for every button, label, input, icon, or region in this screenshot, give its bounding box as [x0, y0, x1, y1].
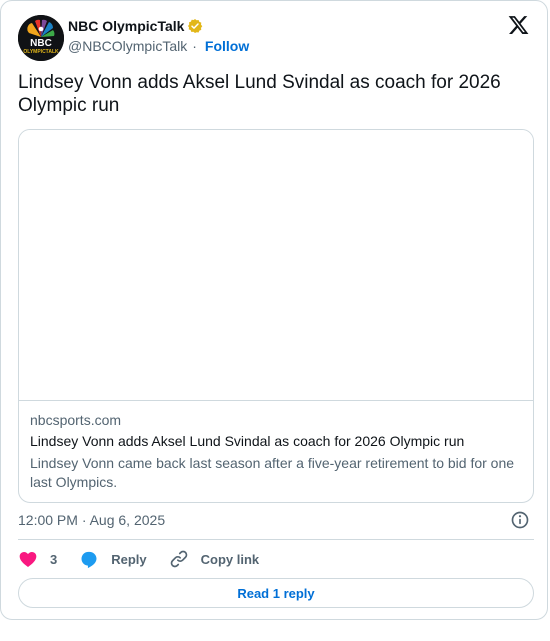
info-icon[interactable]: [510, 510, 530, 530]
link-preview-card[interactable]: nbcsports.com Lindsey Vonn adds Aksel Lu…: [18, 129, 534, 503]
reply-label: Reply: [111, 551, 147, 567]
avatar-logo-text: NBC: [30, 38, 52, 49]
handle-row: @NBCOlympicTalk · Follow: [68, 38, 249, 54]
tweet-text: Lindsey Vonn adds Aksel Lund Svindal as …: [18, 72, 501, 116]
reply-bubble-icon: [81, 551, 97, 569]
link-icon: [170, 550, 187, 568]
like-count: 3: [50, 551, 58, 567]
reply-button[interactable]: Reply: [79, 549, 168, 569]
link-description: Lindsey Vonn came back last season after…: [30, 455, 515, 490]
like-button[interactable]: 3: [18, 549, 79, 569]
x-logo-icon[interactable]: [507, 14, 530, 36]
follow-button[interactable]: Follow: [205, 38, 249, 54]
divider: [18, 539, 534, 540]
copy-link-label: Copy link: [200, 551, 260, 567]
heart-icon: [19, 552, 37, 567]
copy-link-button[interactable]: Copy link: [169, 549, 260, 569]
separator-dot: ·: [192, 38, 197, 54]
link-title: Lindsey Vonn adds Aksel Lund Svindal as …: [30, 433, 465, 449]
link-preview-image[interactable]: [19, 130, 533, 401]
avatar-logo-subtext: OLYMPICTALK: [23, 49, 59, 55]
embedded-tweet-card: NBC OLYMPICTALK NBC OlympicTalk @NBCOlym…: [0, 0, 548, 620]
tweet-timestamp[interactable]: 12:00 PM · Aug 6, 2025: [18, 512, 165, 528]
action-bar: 3 Reply Copy link: [18, 548, 259, 570]
avatar[interactable]: NBC OLYMPICTALK: [18, 15, 64, 61]
read-replies-button[interactable]: Read 1 reply: [18, 578, 534, 608]
account-name[interactable]: NBC OlympicTalk: [68, 18, 184, 34]
account-handle[interactable]: @NBCOlympicTalk: [68, 38, 187, 54]
account-name-row: NBC OlympicTalk: [68, 18, 203, 34]
verified-badge-icon: [187, 18, 203, 34]
nbc-peacock-logo-icon: NBC OLYMPICTALK: [18, 15, 64, 61]
link-domain: nbcsports.com: [30, 412, 122, 428]
